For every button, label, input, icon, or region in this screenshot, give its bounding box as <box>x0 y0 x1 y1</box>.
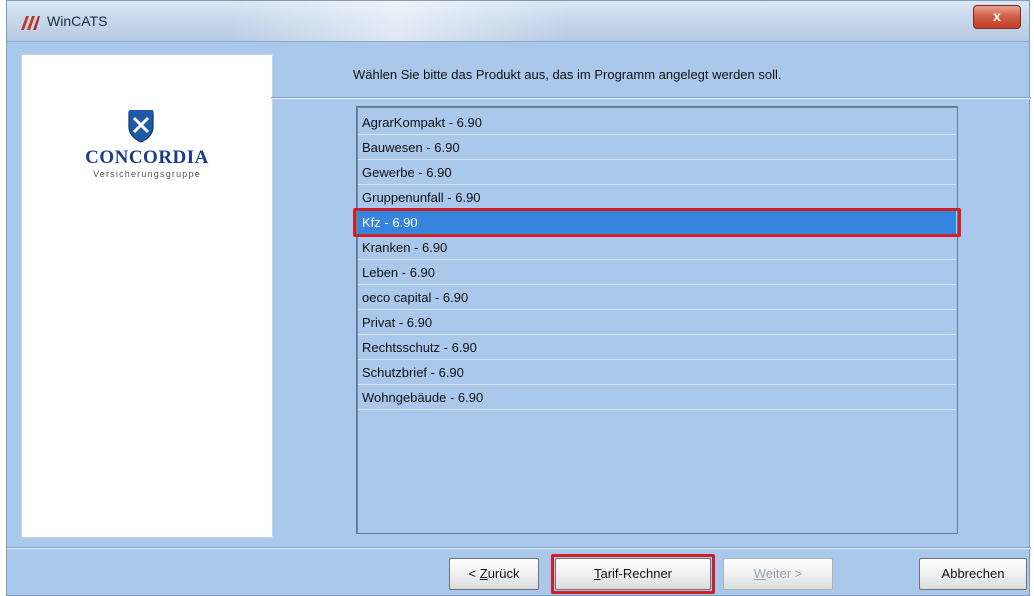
close-button[interactable]: x <box>973 5 1021 29</box>
close-icon: x <box>993 8 1001 24</box>
product-list-item[interactable]: Kranken - 6.90 <box>358 236 956 260</box>
product-listbox[interactable]: AgrarKompakt - 6.90 Bauwesen - 6.90 Gewe… <box>356 106 958 534</box>
instruction-text: Wählen Sie bitte das Produkt aus, das im… <box>353 67 782 82</box>
title-bar-gloss <box>227 1 567 41</box>
back-button-mnemonic: Z <box>479 566 488 581</box>
product-list-item[interactable]: Schutzbrief - 6.90 <box>358 361 956 385</box>
logo-panel: CONCORDIA Versicherungsgruppe <box>21 54 273 538</box>
footer-divider <box>7 547 1031 549</box>
back-button-prefix: < <box>468 566 480 581</box>
next-button-mnemonic: W <box>753 566 766 581</box>
product-list-item[interactable]: AgrarKompakt - 6.90 <box>358 111 956 135</box>
product-list-item[interactable]: oeco capital - 6.90 <box>358 286 956 310</box>
back-button[interactable]: < Zurück <box>449 558 539 590</box>
product-list-item[interactable]: Gruppenunfall - 6.90 <box>358 186 956 210</box>
concordia-logo-subtitle: Versicherungsgruppe <box>93 169 201 179</box>
cancel-button[interactable]: Abbrechen <box>919 558 1027 590</box>
product-list-item[interactable]: Leben - 6.90 <box>358 261 956 285</box>
product-list-item[interactable]: Rechtsschutz - 6.90 <box>358 336 956 360</box>
next-button-label: eiter > <box>765 566 803 581</box>
product-list-item[interactable]: Gewerbe - 6.90 <box>358 161 956 185</box>
wincats-app-icon <box>21 16 40 30</box>
selection-highlight-frame <box>353 208 961 237</box>
next-button[interactable]: Weiter > <box>723 558 833 590</box>
wincats-dialog: WinCATS x CONCORDIA Versicherungsgruppe … <box>6 0 1031 596</box>
product-list-item[interactable]: Bauwesen - 6.90 <box>358 136 956 160</box>
concordia-shield-icon <box>128 110 154 143</box>
title-bar[interactable]: WinCATS x <box>7 1 1029 42</box>
cancel-button-label: Abbrechen <box>941 566 1005 581</box>
window-title: WinCATS <box>47 13 108 29</box>
back-button-label: urück <box>487 566 520 581</box>
product-list-item[interactable]: Privat - 6.90 <box>358 311 956 335</box>
concordia-logo-text: CONCORDIA <box>85 147 209 168</box>
header-divider <box>271 97 1031 99</box>
tarif-rechner-highlight-frame <box>551 554 715 594</box>
product-list-item[interactable]: Wohngebäude - 6.90 <box>358 386 956 410</box>
